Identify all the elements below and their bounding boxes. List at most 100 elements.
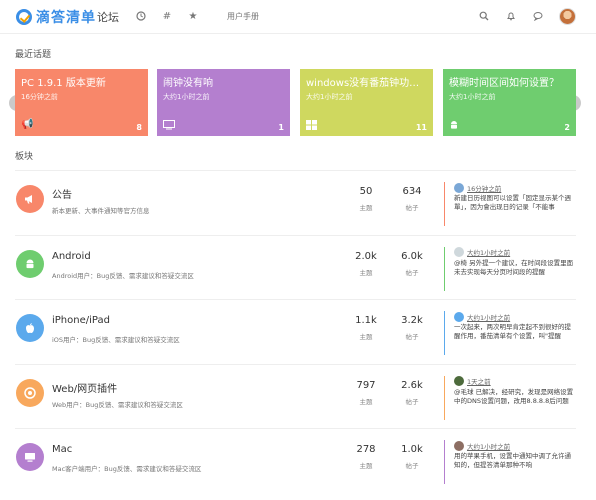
- topic-card[interactable]: windows没有番茄钟功能吗？ 大约1小时之前 11: [300, 69, 433, 136]
- latest-post[interactable]: 大约1小时之前 一次起来，两次明早肯定起不到很好的提醒作用，番茄清单有个设置，叫…: [444, 311, 576, 355]
- forum-label[interactable]: 论坛: [97, 9, 119, 25]
- topic-title: PC 1.9.1 版本更新: [21, 78, 106, 89]
- board-row[interactable]: 公告 新本更新、大事件通知等官方信息 50 主题 634 帖子 16分钟之前 新…: [15, 170, 576, 234]
- latest-post-excerpt: 一次起来，两次明早肯定起不到很好的提醒作用，番茄清单有个设置，叫"提醒: [454, 323, 571, 340]
- latest-post-time[interactable]: 大约1小时之前: [467, 312, 510, 322]
- poster-avatar[interactable]: [454, 376, 464, 386]
- posts-stat: 6.0k 帖子: [392, 251, 432, 277]
- board-description: iOS用户：Bug反馈、需求建议和答疑交流区: [52, 336, 180, 344]
- board-row[interactable]: Web/网页插件 Web用户：Bug反馈、需求建议和答疑交流区 797 主题 2…: [15, 363, 576, 428]
- reply-count: 11: [415, 123, 427, 132]
- latest-post[interactable]: 1天之前 @毛球 已解决，经研究，发现是网络设置中的DNS设置问题，改用8.8.…: [444, 375, 576, 420]
- topics-count: 1.1k: [355, 315, 377, 326]
- topics-stat: 50 主题: [346, 186, 386, 212]
- topics-count: 2.0k: [355, 250, 377, 262]
- latest-post-excerpt: @椅 另外提一个建议，在时间段设置里面未去实现每天分页时间段的提醒: [454, 258, 574, 276]
- chat-icon[interactable]: [532, 10, 544, 22]
- tags-icon[interactable]: #: [161, 10, 173, 22]
- posts-stat: 634 帖子: [392, 186, 432, 212]
- board-name[interactable]: Android: [52, 251, 91, 262]
- poster-avatar[interactable]: [454, 182, 464, 193]
- board-description: Web用户：Bug反馈、需求建议和答疑交流区: [52, 400, 183, 409]
- clock-icon[interactable]: [135, 10, 147, 22]
- board-name[interactable]: Web/网页插件: [52, 380, 117, 395]
- topics-stat: 1.1k 主题: [346, 315, 386, 341]
- board-name[interactable]: Mac: [52, 444, 72, 455]
- latest-post-time[interactable]: 大约1小时之前: [467, 441, 510, 451]
- user-avatar[interactable]: [559, 8, 576, 25]
- topic-card[interactable]: PC 1.9.1 版本更新 16分钟之前 📢 8: [15, 69, 148, 136]
- topic-title: 闹钟没有响: [163, 78, 213, 89]
- accent-bar: [444, 440, 445, 484]
- topic-time: 大约1小时之前: [163, 93, 210, 101]
- android-icon: [16, 249, 44, 278]
- search-icon[interactable]: [478, 10, 490, 22]
- board-description: Android用户：Bug反馈、需求建议和答疑交流区: [52, 271, 194, 280]
- board-name[interactable]: 公告: [52, 186, 72, 201]
- board-row[interactable]: iPhone/iPad iOS用户：Bug反馈、需求建议和答疑交流区 1.1k …: [15, 299, 576, 363]
- board-row[interactable]: Android Android用户：Bug反馈、需求建议和答疑交流区 2.0k …: [15, 234, 576, 299]
- poster-avatar[interactable]: [454, 440, 464, 451]
- posts-label: 帖子: [405, 204, 419, 212]
- latest-post-excerpt: 用的苹果手机，设置中通知中调了允许通知的，但提答清单那种不响: [454, 452, 571, 469]
- poster-avatar[interactable]: [454, 247, 464, 257]
- topics-label: 主题: [359, 204, 373, 212]
- topics-label: 主题: [359, 268, 373, 277]
- posts-count: 6.0k: [401, 250, 423, 262]
- recent-topics-carousel: PC 1.9.1 版本更新 16分钟之前 📢 8 闹钟没有响 大约1小时之前 1…: [15, 69, 576, 136]
- reply-count: 1: [278, 123, 284, 132]
- posts-label: 帖子: [405, 462, 419, 470]
- topic-time: 大约1小时之前: [449, 93, 496, 101]
- latest-post-time[interactable]: 16分钟之前: [467, 183, 501, 193]
- monitor-icon: [163, 120, 175, 130]
- posts-count: 2.6k: [401, 379, 423, 391]
- board-name[interactable]: iPhone/iPad: [52, 315, 110, 326]
- latest-post-excerpt: @毛球 已解决，经研究，发现是网络设置中的DNS设置问题，改用8.8.8.8后问…: [454, 387, 574, 405]
- latest-post[interactable]: 16分钟之前 新建日历视图可以设置「固定显示某个週單」，因为會出现日的记录「不能…: [444, 182, 576, 226]
- chrome-icon: [16, 378, 44, 407]
- accent-bar: [444, 311, 445, 355]
- board-row[interactable]: Mac Mac客户端用户：Bug反馈、需求建议和答疑交流区 278 主题 1.0…: [15, 428, 576, 492]
- latest-post-time[interactable]: 1天之前: [467, 376, 491, 386]
- posts-stat: 3.2k 帖子: [392, 315, 432, 341]
- board-description: 新本更新、大事件通知等官方信息: [52, 207, 150, 215]
- megaphone-icon: 📢: [21, 119, 34, 130]
- monitor-icon: [16, 443, 44, 471]
- topic-time: 16分钟之前: [21, 93, 58, 101]
- topics-stat: 2.0k 主题: [346, 251, 386, 277]
- logo-text: 滴答清单: [36, 10, 96, 26]
- posts-stat: 1.0k 帖子: [392, 444, 432, 470]
- bell-icon[interactable]: [505, 10, 517, 22]
- topic-time: 大约1小时之前: [306, 93, 353, 101]
- poster-avatar[interactable]: [454, 311, 464, 322]
- topics-count: 50: [359, 186, 373, 197]
- topics-count: 278: [356, 444, 376, 455]
- topics-label: 主题: [359, 333, 373, 341]
- topics-count: 797: [356, 379, 376, 391]
- latest-post[interactable]: 大约1小时之前 @椅 另外提一个建议，在时间段设置里面未去实现每天分页时间段的提…: [444, 246, 576, 291]
- user-manual-link[interactable]: 用户手册: [227, 11, 259, 22]
- topic-card[interactable]: 闹钟没有响 大约1小时之前 1: [157, 69, 290, 136]
- posts-count: 1.0k: [401, 444, 423, 455]
- top-navbar: 滴答清单 论坛 # ★ 用户手册: [0, 0, 596, 34]
- latest-post[interactable]: 大约1小时之前 用的苹果手机，设置中通知中调了允许通知的，但提答清单那种不响: [444, 440, 576, 484]
- boards-title: 板块: [15, 152, 34, 162]
- latest-post-excerpt: 新建日历视图可以设置「固定显示某个週單」，因为會出现日的记录「不能事: [454, 194, 571, 211]
- posts-label: 帖子: [405, 397, 419, 406]
- latest-post-time[interactable]: 大约1小时之前: [467, 247, 510, 257]
- topic-title: 模糊时间区间如何设置？: [449, 78, 559, 89]
- posts-count: 3.2k: [401, 315, 423, 326]
- star-icon[interactable]: ★: [187, 10, 199, 22]
- logo[interactable]: 滴答清单: [16, 8, 96, 26]
- board-description: Mac客户端用户：Bug反馈、需求建议和答疑交流区: [52, 465, 202, 473]
- logo-check-icon: [16, 9, 32, 25]
- apple-icon: [16, 314, 44, 342]
- topic-card[interactable]: 模糊时间区间如何设置？ 大约1小时之前 2: [443, 69, 576, 136]
- topics-stat: 797 主题: [346, 380, 386, 406]
- posts-label: 帖子: [405, 268, 419, 277]
- reply-count: 8: [136, 123, 142, 132]
- reply-count: 2: [564, 123, 570, 132]
- accent-bar: [444, 246, 445, 291]
- recent-topics-title: 最近话题: [15, 50, 52, 60]
- topics-label: 主题: [359, 462, 373, 470]
